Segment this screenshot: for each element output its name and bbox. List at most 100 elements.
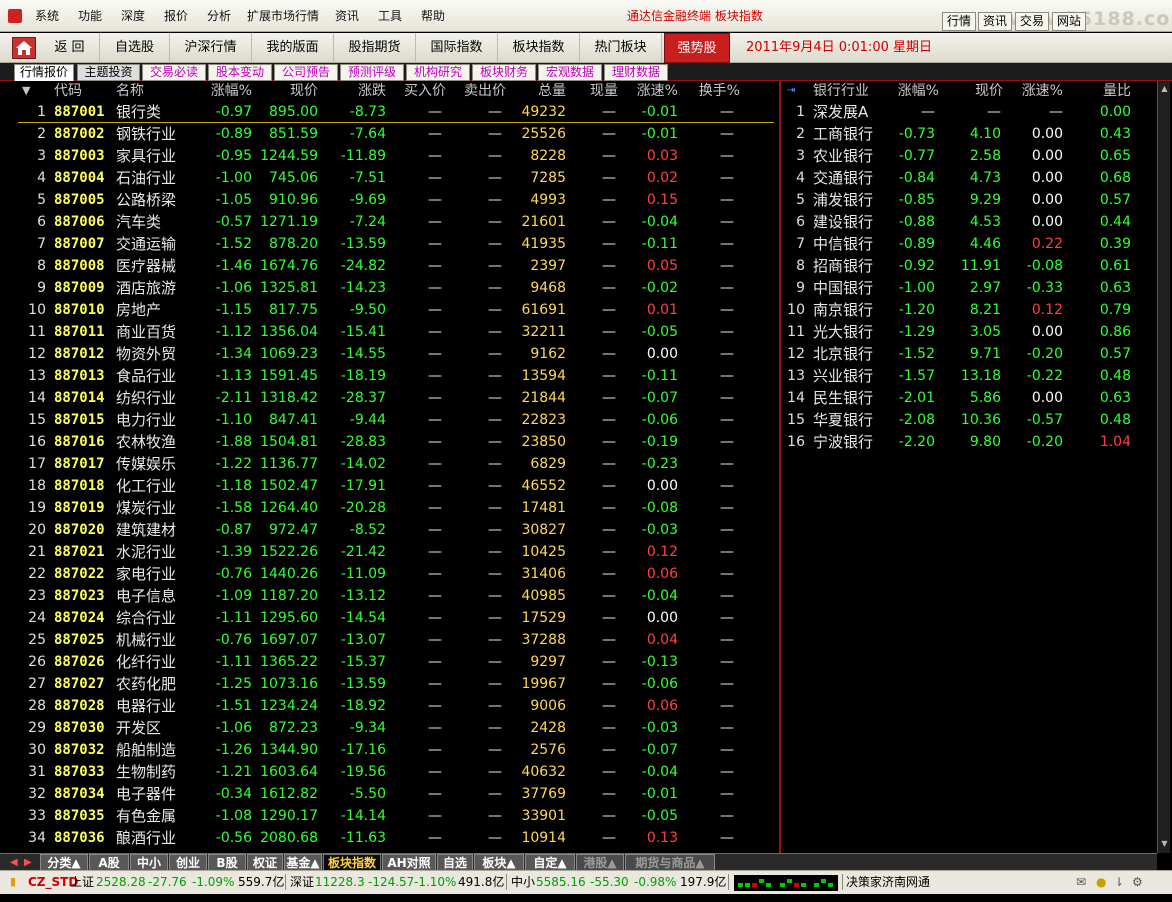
row-name: 化纤行业 [116, 653, 177, 671]
menu-analysis[interactable]: 分析 [207, 0, 231, 32]
side-col-header-sector[interactable]: 银行行业 [813, 81, 883, 103]
settings-icon[interactable]: ⚙ [1132, 871, 1143, 893]
row-code: 887018 [54, 478, 105, 494]
side-row-change-pct: -1.00 [898, 280, 935, 296]
row-bid: — [428, 302, 442, 318]
row-turnover: — [720, 500, 734, 516]
btab-hk[interactable]: 港股▲ [576, 854, 624, 871]
top-button-quote[interactable]: 行情 [942, 12, 976, 31]
side-row-name: 中信银行 [813, 235, 874, 253]
btab-fund[interactable]: 基金▲ [284, 854, 322, 871]
toolbar-favorites-button[interactable]: 自选股 [100, 33, 170, 63]
tab-macro-data[interactable]: 宏观数据 [538, 64, 602, 81]
col-header-change[interactable]: 涨跌 [318, 81, 386, 103]
btab-favorites[interactable]: 自选 [437, 854, 473, 871]
menu-depth[interactable]: 深度 [121, 0, 145, 32]
col-header-bid[interactable]: 买入价 [386, 81, 446, 103]
tab-equity-change[interactable]: 股本变动 [208, 64, 272, 81]
row-speed: -0.03 [641, 522, 678, 538]
col-header-change-pct[interactable]: 涨幅% [190, 81, 252, 103]
btab-futures-commodity[interactable]: 期货与商品▲ [625, 854, 715, 871]
row-speed: 0.00 [646, 346, 678, 362]
row-name: 煤炭行业 [116, 499, 177, 517]
toolbar-intl-index-button[interactable]: 国际指数 [416, 33, 498, 63]
col-header-turnover[interactable]: 换手% [678, 81, 740, 103]
top-button-info[interactable]: 资讯 [978, 12, 1012, 31]
row-change-pct: -0.87 [215, 522, 252, 538]
top-button-website[interactable]: 网站 [1052, 12, 1086, 31]
server-info[interactable]: 决策家济南网通 [846, 871, 930, 893]
zx-index-amount: 197.9亿 [680, 875, 727, 889]
btab-sector-index[interactable]: 板块指数 [323, 854, 381, 871]
toolbar-strong-stock-button[interactable]: 强势股 [664, 33, 730, 63]
menu-system[interactable]: 系统 [35, 0, 59, 32]
toolbar-sector-index-button[interactable]: 板块指数 [498, 33, 580, 63]
row-ask: — [488, 566, 502, 582]
btab-b-share[interactable]: B股 [208, 854, 246, 871]
tab-company-forecast[interactable]: 公司预告 [274, 64, 338, 81]
toolbar-back-button[interactable]: 返 回 [40, 33, 100, 63]
side-col-header-change-pct[interactable]: 涨幅% [879, 81, 939, 103]
col-header-name[interactable]: 名称 [116, 81, 186, 103]
menu-function[interactable]: 功能 [78, 0, 102, 32]
toolbar-layout-button[interactable]: 我的版面 [252, 33, 334, 63]
menu-tools[interactable]: 工具 [378, 0, 402, 32]
btab-sector[interactable]: 板块▲ [474, 854, 524, 871]
btab-ah-compare[interactable]: AH对照 [382, 854, 436, 871]
home-button[interactable] [12, 37, 36, 59]
menu-help[interactable]: 帮助 [421, 0, 445, 32]
row-turnover: — [720, 346, 734, 362]
col-header-speed[interactable]: 涨速% [618, 81, 678, 103]
side-row-change-pct: -1.52 [898, 346, 935, 362]
side-col-header-volume-ratio[interactable]: 量比 [1063, 81, 1131, 103]
tab-wealth-data[interactable]: 理财数据 [604, 64, 668, 81]
side-col-header-price[interactable]: 现价 [939, 81, 1003, 103]
panel-pin-icon[interactable]: ⇥ [787, 81, 803, 103]
sort-toggle-icon[interactable]: ▼ [22, 81, 36, 103]
row-speed: 0.04 [646, 632, 678, 648]
row-speed: -0.06 [641, 676, 678, 692]
side-col-header-speed[interactable]: 涨速% [1003, 81, 1063, 103]
btab-custom[interactable]: 自定▲ [525, 854, 575, 871]
tab-sector-finance[interactable]: 板块财务 [472, 64, 536, 81]
toolbar-index-futures-button[interactable]: 股指期货 [334, 33, 416, 63]
scroll-down-icon[interactable]: ▼ [1160, 839, 1169, 848]
col-header-ask[interactable]: 卖出价 [446, 81, 506, 103]
btab-gem[interactable]: 创业 [169, 854, 207, 871]
tab-rating[interactable]: 预测评级 [340, 64, 404, 81]
tab-theme-investment[interactable]: 主题投资 [77, 64, 140, 81]
menu-info[interactable]: 资讯 [335, 0, 359, 32]
btab-sme[interactable]: 中小 [130, 854, 168, 871]
col-header-price[interactable]: 现价 [252, 81, 318, 103]
tab-institution-research[interactable]: 机构研究 [406, 64, 470, 81]
row-index: 24 [28, 610, 46, 626]
tab-next-icon[interactable]: ▶ [24, 856, 34, 869]
alert-icon[interactable]: ● [1096, 871, 1106, 893]
zx-index-name: 中小 [511, 875, 536, 889]
vertical-scrollbar[interactable]: ▲ ▼ [1157, 81, 1170, 853]
row-bid: — [428, 390, 442, 406]
top-button-trade[interactable]: 交易 [1015, 12, 1049, 31]
signal-icon[interactable]: ⇂ [1114, 871, 1124, 893]
row-ask: — [488, 786, 502, 802]
btab-category[interactable]: 分类▲ [40, 854, 88, 871]
col-header-code[interactable]: 代码 [54, 81, 114, 103]
tab-prev-icon[interactable]: ◀ [10, 856, 20, 869]
toolbar-shsz-button[interactable]: 沪深行情 [170, 33, 252, 63]
row-volume: 2428 [530, 720, 566, 736]
menu-quote[interactable]: 报价 [164, 0, 188, 32]
tab-quote[interactable]: 行情报价 [14, 64, 74, 82]
row-index: 29 [28, 720, 46, 736]
scroll-up-icon[interactable]: ▲ [1160, 84, 1169, 93]
btab-a-share[interactable]: A股 [89, 854, 129, 871]
row-code: 887024 [54, 610, 105, 626]
row-price: 895.00 [269, 104, 318, 120]
menu-extended-market[interactable]: 扩展市场行情 [247, 0, 319, 32]
mail-icon[interactable]: ✉ [1076, 871, 1086, 893]
tab-trade-must-read[interactable]: 交易必读 [142, 64, 206, 81]
row-change-pct: -1.06 [215, 720, 252, 736]
btab-warrant[interactable]: 权证 [247, 854, 283, 871]
toolbar-hot-sector-button[interactable]: 热门板块 [580, 33, 662, 63]
col-header-volume[interactable]: 总量 [506, 81, 566, 103]
col-header-last-volume[interactable]: 现量 [566, 81, 618, 103]
